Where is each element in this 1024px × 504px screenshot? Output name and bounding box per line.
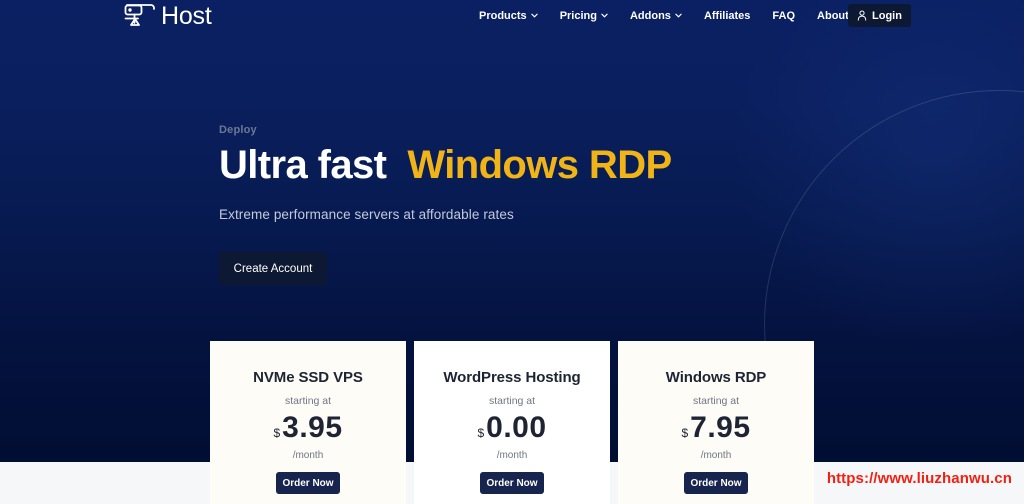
- login-button[interactable]: Login: [848, 4, 911, 27]
- card-title: NVMe SSD VPS: [253, 369, 363, 386]
- card-period: /month: [292, 450, 324, 461]
- nav-item-pricing[interactable]: Pricing: [549, 0, 619, 32]
- nav-item-products[interactable]: Products: [468, 0, 549, 32]
- order-now-label: Order Now: [282, 477, 334, 489]
- pricing-cards: NVMe SSD VPS starting at $ 3.95 /month O…: [210, 341, 814, 504]
- logo-text: Host: [161, 1, 212, 30]
- order-now-button[interactable]: Order Now: [480, 472, 544, 494]
- background-glow: [724, 0, 1024, 360]
- login-label: Login: [872, 9, 902, 22]
- card-price: $ 7.95: [681, 413, 750, 443]
- pricing-card-windows-rdp[interactable]: Windows RDP starting at $ 7.95 /month Or…: [618, 341, 814, 504]
- site-header: Host Products Pricing Addons Affiliates …: [0, 0, 1024, 32]
- card-starting-label: starting at: [284, 395, 332, 407]
- currency-symbol: $: [477, 426, 485, 440]
- card-starting-label: starting at: [692, 395, 740, 407]
- nav-item-affiliates[interactable]: Affiliates: [693, 0, 761, 32]
- chevron-down-icon: [530, 12, 538, 19]
- price-value: 7.95: [690, 411, 751, 444]
- card-title: WordPress Hosting: [443, 369, 581, 386]
- nav-item-faq[interactable]: FAQ: [761, 0, 806, 32]
- chevron-down-icon: [675, 12, 682, 19]
- nav-label: Pricing: [559, 10, 597, 22]
- currency-symbol: $: [681, 426, 689, 440]
- price-value: 3.95: [282, 411, 343, 444]
- nav-item-addons[interactable]: Addons: [619, 0, 693, 32]
- pricing-card-nvme-ssd-vps[interactable]: NVMe SSD VPS starting at $ 3.95 /month O…: [210, 341, 406, 504]
- logo[interactable]: Host: [119, 0, 212, 32]
- hero-eyebrow: Deploy: [219, 124, 257, 136]
- headline-primary: Ultra fast: [219, 143, 387, 187]
- card-period: /month: [700, 450, 732, 461]
- create-account-button[interactable]: Create Account: [219, 252, 327, 286]
- nav-label: Products: [479, 10, 527, 22]
- hero-headline: Ultra fast Windows RDP: [219, 143, 672, 187]
- order-now-button[interactable]: Order Now: [276, 472, 340, 494]
- hero-copy: Deploy Ultra fast Windows RDP Extreme pe…: [219, 124, 672, 286]
- order-now-button[interactable]: Order Now: [684, 472, 748, 494]
- nav-label: Affiliates: [703, 10, 751, 22]
- card-price: $ 0.00: [477, 413, 546, 443]
- nav-label: Addons: [629, 10, 671, 22]
- watermark-url: https://www.liuzhanwu.cn: [826, 470, 1012, 487]
- order-now-label: Order Now: [486, 477, 538, 489]
- card-price: $ 3.95: [273, 413, 342, 443]
- server-host-icon: [119, 1, 163, 31]
- hero-subhead: Extreme performance servers at affordabl…: [219, 207, 514, 223]
- main-navigation: Products Pricing Addons Affiliates FAQ A…: [468, 0, 877, 32]
- card-starting-label: starting at: [488, 395, 536, 407]
- chevron-down-icon: [601, 12, 608, 19]
- currency-symbol: $: [273, 426, 281, 440]
- headline-accent: Windows RDP: [407, 143, 672, 187]
- create-account-label: Create Account: [233, 262, 313, 275]
- nav-label: FAQ: [772, 10, 796, 22]
- user-icon: [857, 10, 867, 21]
- pricing-card-wordpress-hosting[interactable]: WordPress Hosting starting at $ 0.00 /mo…: [414, 341, 610, 504]
- card-period: /month: [496, 450, 528, 461]
- card-title: Windows RDP: [665, 369, 767, 386]
- price-value: 0.00: [486, 411, 547, 444]
- order-now-label: Order Now: [690, 477, 742, 489]
